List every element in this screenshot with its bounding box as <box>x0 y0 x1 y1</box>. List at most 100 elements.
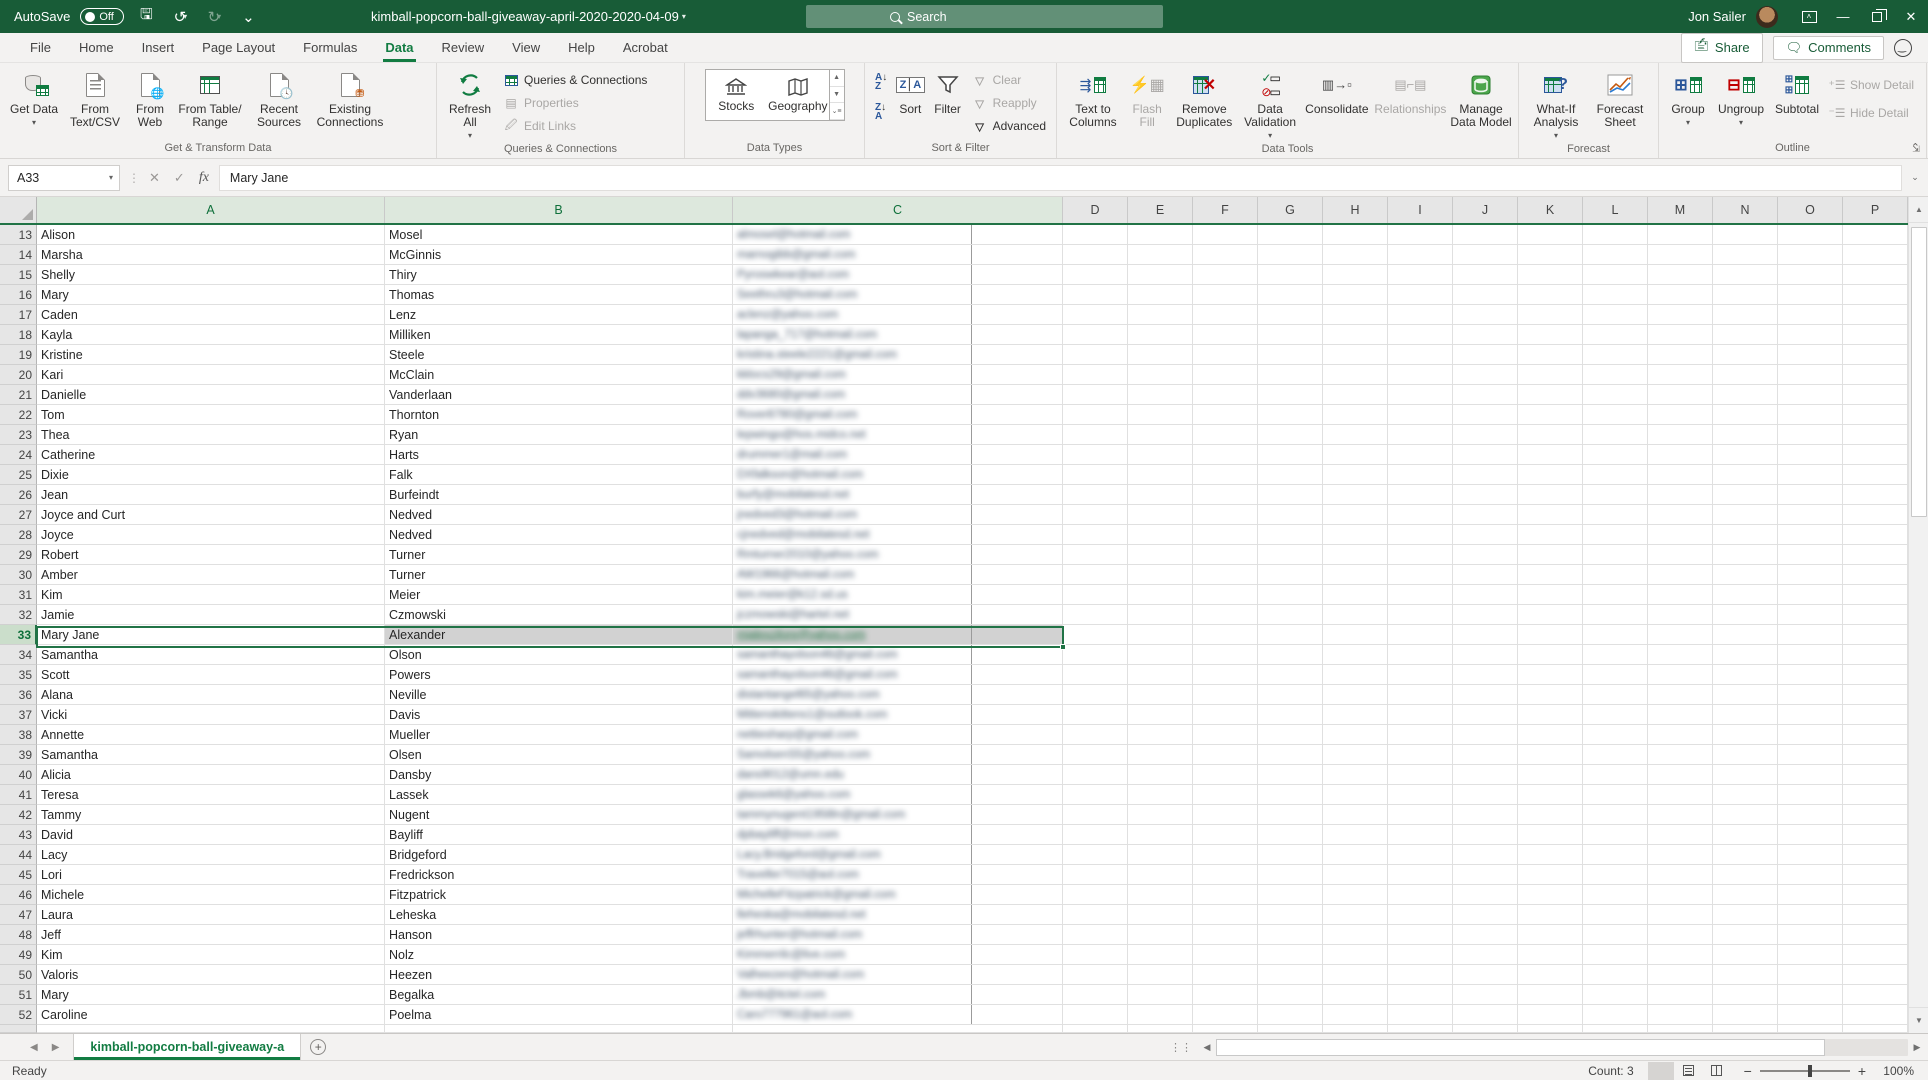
grid-cell[interactable] <box>1258 965 1323 985</box>
grid-cell[interactable] <box>1063 385 1128 405</box>
recent-sources-button[interactable]: 🕓 Recent Sources <box>248 67 310 129</box>
grid-cell[interactable] <box>1583 285 1648 305</box>
grid-cell[interactable] <box>1388 885 1453 905</box>
row-header-34[interactable]: 34 <box>0 645 37 665</box>
grid-cell[interactable] <box>1648 405 1713 425</box>
grid-cell[interactable] <box>1518 625 1583 645</box>
grid-cell[interactable]: Powers <box>385 665 733 685</box>
grid-cell[interactable] <box>1128 765 1193 785</box>
row-header-28[interactable]: 28 <box>0 525 37 545</box>
grid-cell[interactable] <box>1063 245 1128 265</box>
grid-cell[interactable] <box>1453 945 1518 965</box>
grid-cell[interactable] <box>1063 945 1128 965</box>
count-indicator[interactable]: Count: 3 <box>1588 1064 1633 1078</box>
grid-cell[interactable] <box>1258 765 1323 785</box>
grid-cell[interactable] <box>1778 965 1843 985</box>
sort-ascending-button[interactable]: A↓Z <box>871 70 891 94</box>
grid-cell[interactable] <box>1063 865 1128 885</box>
grid-cell[interactable]: Joyce <box>37 525 385 545</box>
grid-cell[interactable] <box>1323 325 1388 345</box>
grid-cell[interactable] <box>1388 985 1453 1005</box>
autosave-toggle[interactable]: Off <box>80 8 124 25</box>
grid-cell[interactable]: lapanga_717@hotmail.com <box>733 325 1063 345</box>
grid-cell[interactable] <box>1063 565 1128 585</box>
grid-cell[interactable] <box>1648 505 1713 525</box>
grid-cell[interactable]: dans9012@umn.edu <box>733 765 1063 785</box>
grid-cell[interactable] <box>1258 465 1323 485</box>
grid-cell[interactable] <box>1258 925 1323 945</box>
grid-cell[interactable]: Nedved <box>385 525 733 545</box>
grid-cell[interactable] <box>1453 345 1518 365</box>
zoom-in-button[interactable]: + <box>1858 1066 1866 1076</box>
grid-cell[interactable] <box>1778 225 1843 245</box>
grid-cell[interactable] <box>1258 225 1323 245</box>
vertical-scrollbar[interactable]: ▲ ▼ <box>1908 197 1928 1033</box>
row-header-45[interactable]: 45 <box>0 865 37 885</box>
grid-cell[interactable] <box>1388 625 1453 645</box>
grid-cell[interactable] <box>1518 325 1583 345</box>
grid-cell[interactable] <box>1713 1005 1778 1025</box>
grid-cell[interactable] <box>1388 805 1453 825</box>
row-header-18[interactable]: 18 <box>0 325 37 345</box>
grid-cell[interactable] <box>1843 365 1908 385</box>
grid-cell[interactable] <box>1453 1005 1518 1025</box>
grid-cell[interactable] <box>1648 605 1713 625</box>
row-header-51[interactable]: 51 <box>0 985 37 1005</box>
grid-cell[interactable] <box>1518 505 1583 525</box>
row-header-27[interactable]: 27 <box>0 505 37 525</box>
grid-cell[interactable] <box>1323 485 1388 505</box>
grid-cell[interactable] <box>1258 665 1323 685</box>
grid-cell[interactable] <box>1388 225 1453 245</box>
row-header-43[interactable]: 43 <box>0 825 37 845</box>
grid-cell[interactable] <box>1518 865 1583 885</box>
grid-cell[interactable] <box>1128 785 1193 805</box>
grid-cell[interactable] <box>1258 365 1323 385</box>
grid-cell[interactable]: jeffrhunter@hotmail.com <box>733 925 1063 945</box>
name-box-dropdown-icon[interactable]: ▾ <box>109 173 113 182</box>
row-header-24[interactable]: 24 <box>0 445 37 465</box>
grid-cell[interactable] <box>1128 705 1193 725</box>
grid-cell[interactable] <box>1323 525 1388 545</box>
grid-cell[interactable] <box>1193 225 1258 245</box>
from-web-button[interactable]: 🌐 From Web <box>128 67 172 129</box>
grid-cell[interactable]: Leheska <box>385 905 733 925</box>
grid-cell[interactable] <box>1648 365 1713 385</box>
grid-cell[interactable] <box>1323 985 1388 1005</box>
grid-cell[interactable] <box>1453 705 1518 725</box>
grid-cell[interactable]: Joyce and Curt <box>37 505 385 525</box>
row-header-25[interactable]: 25 <box>0 465 37 485</box>
grid-cell[interactable] <box>1778 705 1843 725</box>
grid-cell[interactable] <box>1193 405 1258 425</box>
grid-cell[interactable]: Steele <box>385 345 733 365</box>
grid-cell[interactable] <box>1258 745 1323 765</box>
grid-cell[interactable] <box>1193 605 1258 625</box>
grid-cell[interactable] <box>1583 265 1648 285</box>
grid-cell[interactable] <box>1518 345 1583 365</box>
grid-cell[interactable] <box>1063 485 1128 505</box>
grid-cell[interactable] <box>1843 905 1908 925</box>
grid-cell[interactable] <box>1128 325 1193 345</box>
grid-cell[interactable] <box>1518 785 1583 805</box>
grid-cell[interactable] <box>1648 445 1713 465</box>
grid-cell[interactable] <box>1193 625 1258 645</box>
gallery-more-button[interactable]: ⌄≡ <box>830 103 844 120</box>
grid-cell[interactable] <box>1518 965 1583 985</box>
grid-cell[interactable] <box>1323 625 1388 645</box>
grid-cell[interactable] <box>1713 365 1778 385</box>
grid-cell[interactable] <box>1583 1005 1648 1025</box>
grid-cell[interactable]: Turner <box>385 565 733 585</box>
grid-cell[interactable] <box>1063 305 1128 325</box>
restore-button[interactable] <box>1860 0 1894 33</box>
grid-cell[interactable]: Kimmerrilc@live.com <box>733 945 1063 965</box>
grid-cell[interactable] <box>1583 465 1648 485</box>
sheet-nav-right-icon[interactable]: ▶ <box>52 1042 60 1053</box>
grid-cell[interactable] <box>1128 885 1193 905</box>
grid-cell[interactable] <box>1713 225 1778 245</box>
column-header-O[interactable]: O <box>1778 197 1843 223</box>
grid-cell[interactable] <box>1648 305 1713 325</box>
grid-cell[interactable] <box>1453 985 1518 1005</box>
grid-cell[interactable] <box>1713 945 1778 965</box>
grid-cell[interactable] <box>1388 425 1453 445</box>
grid-cell[interactable]: Thea <box>37 425 385 445</box>
grid-cell[interactable] <box>1583 625 1648 645</box>
